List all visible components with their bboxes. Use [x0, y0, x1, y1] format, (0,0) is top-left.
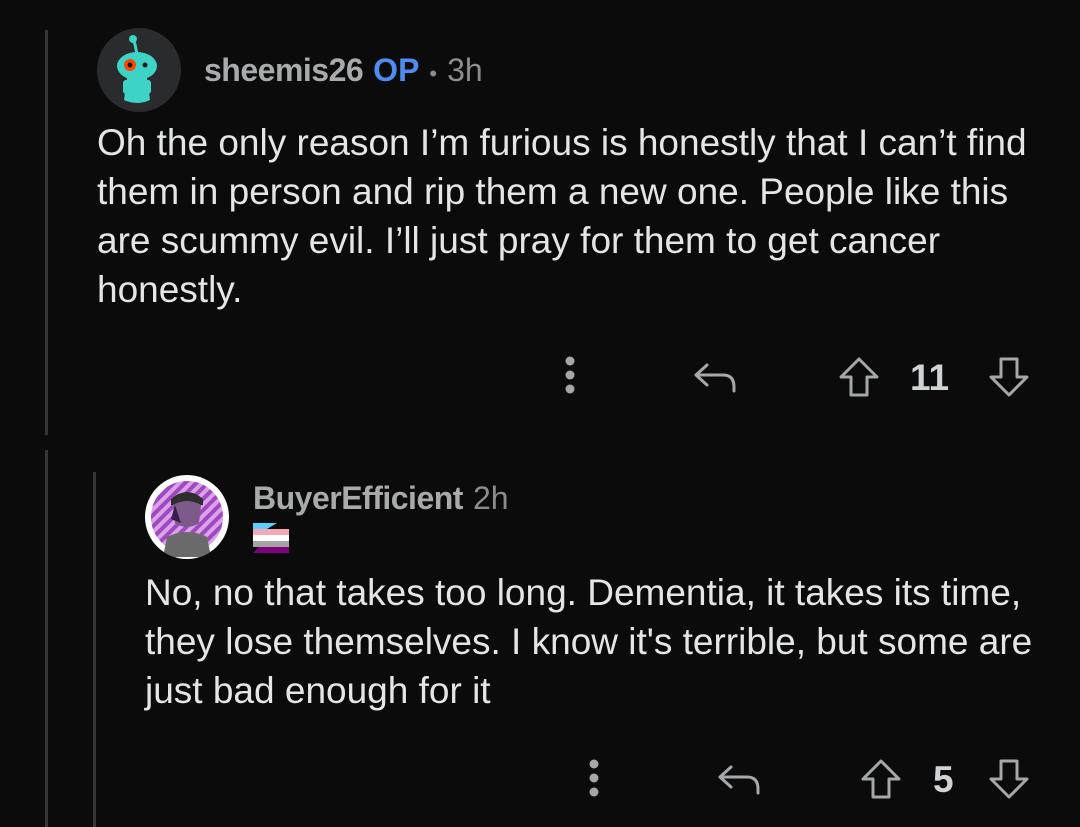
timestamp: 3h: [447, 52, 483, 88]
username[interactable]: BuyerEfficient: [253, 480, 463, 517]
anime-character-avatar: [147, 477, 227, 557]
comment-body: No, no that takes too long. Dementia, it…: [145, 572, 1033, 711]
reply-button[interactable]: [712, 758, 766, 800]
upvote-button[interactable]: [834, 352, 884, 402]
score: 11: [910, 357, 950, 398]
thread-line-parent[interactable]: [45, 30, 48, 435]
op-badge: OP: [373, 52, 420, 88]
downvote-button[interactable]: [984, 754, 1034, 804]
downvote-button[interactable]: [984, 352, 1034, 402]
comment-body: Oh the only reason I’m furious is honest…: [97, 122, 1027, 310]
separator-dot: •: [429, 61, 438, 86]
upvote-arrow-icon: [839, 357, 879, 397]
reply-arrow-icon: [718, 765, 760, 795]
more-vertical-icon: [589, 759, 599, 797]
username[interactable]: sheemis26: [204, 52, 364, 89]
user-avatar[interactable]: [97, 28, 181, 112]
more-options-button[interactable]: [576, 755, 612, 801]
user-flair: [253, 523, 289, 553]
downvote-arrow-icon: [989, 357, 1029, 397]
reply-button[interactable]: [688, 356, 742, 398]
timestamp: 2h: [472, 480, 509, 516]
more-options-button[interactable]: [552, 352, 588, 398]
upvote-button[interactable]: [856, 754, 906, 804]
user-avatar[interactable]: [145, 475, 229, 559]
comment-meta: sheemis26 OP • 3h: [204, 52, 483, 89]
reply-arrow-icon: [694, 363, 736, 393]
pride-flag-icon: [253, 523, 289, 553]
reddit-snoo-icon: [117, 35, 157, 103]
more-vertical-icon: [565, 356, 575, 394]
comment-meta: BuyerEfficient 2h: [253, 480, 509, 517]
thread-line-reply[interactable]: [93, 472, 96, 827]
upvote-arrow-icon: [861, 759, 901, 799]
score: 5: [933, 759, 954, 800]
downvote-arrow-icon: [989, 759, 1029, 799]
thread-line-outer[interactable]: [45, 450, 48, 827]
